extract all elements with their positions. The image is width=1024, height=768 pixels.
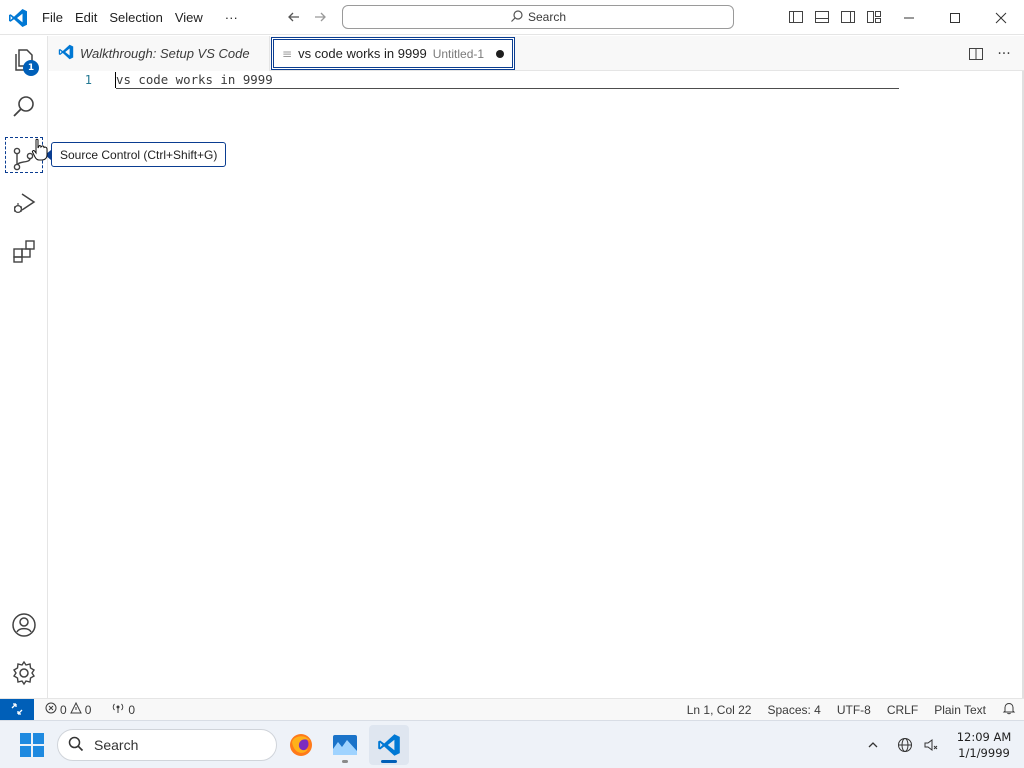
toggle-primary-sidebar-icon[interactable] [786,7,806,27]
split-editor-icon[interactable] [966,44,986,64]
editor-actions: ··· [966,36,1024,71]
warnings-count: 0 [84,702,92,717]
tab-active-description: Untitled-1 [432,46,485,61]
run-debug-icon [11,190,37,219]
system-tray: 12:09 AM 1/1/9999 [860,721,1024,768]
photos-taskbar-icon[interactable] [325,725,365,765]
account-icon [11,612,37,641]
navigation-arrows [284,7,330,27]
menu-more[interactable]: ··· [219,6,244,30]
search-icon [68,736,84,755]
vscode-logo-icon [58,44,74,63]
activity-search[interactable] [0,84,48,132]
globe-icon[interactable] [892,732,918,758]
status-left: 0 0 0 [42,699,138,720]
menu-view[interactable]: View [169,6,209,30]
status-bar: 0 0 0 Ln 1, Col 22 Spaces: 4 UTF-8 CRLF … [0,698,1024,721]
encoding[interactable]: UTF-8 [837,703,871,717]
command-center-search[interactable]: Search [342,5,734,29]
extensions-icon [11,238,37,267]
activity-extensions[interactable] [0,228,48,276]
ports-count: 0 [128,702,136,717]
code-line[interactable]: vs code works in 9999 [116,72,273,87]
plain-text-file-icon: ≡ [282,46,293,61]
end-of-line[interactable]: CRLF [887,703,918,717]
chevron-up-icon[interactable] [860,732,886,758]
forward-arrow-icon[interactable] [310,7,330,27]
vscode-taskbar-icon[interactable] [369,725,409,765]
ports-status[interactable]: 0 [108,702,138,717]
back-arrow-icon[interactable] [284,7,304,27]
activity-bar: 1 [0,36,48,698]
error-icon [45,702,57,717]
windows-start-icon[interactable] [20,733,44,757]
tab-active-label: vs code works in 9999 [298,46,427,61]
language-mode[interactable]: Plain Text [934,703,986,717]
indentation[interactable]: Spaces: 4 [767,703,820,717]
activity-manage[interactable] [0,650,48,698]
warning-icon [69,701,82,717]
window-controls [886,0,1024,35]
menu-selection[interactable]: Selection [103,6,168,30]
source-control-tooltip: Source Control (Ctrl+Shift+G) [51,142,227,167]
status-right: Ln 1, Col 22 Spaces: 4 UTF-8 CRLF Plain … [687,699,1016,720]
editor-tab-bar: Walkthrough: Setup VS Code ≡ vs code wor… [48,36,1024,71]
bell-icon[interactable] [1002,701,1016,718]
activity-run-debug[interactable] [0,180,48,228]
text-cursor [115,72,116,88]
problems-status[interactable]: 0 0 [42,701,94,717]
unsaved-dot-icon[interactable] [496,49,504,58]
clock-time: 12:09 AM [956,730,1012,744]
menu-bar: File Edit Selection View ··· [36,0,244,35]
clock[interactable]: 12:09 AM 1/1/9999 [944,729,1024,761]
remote-icon [10,702,24,719]
vscode-logo-icon [8,8,28,28]
title-bar: File Edit Selection View ··· Search [0,0,1024,35]
more-actions-icon[interactable]: ··· [994,44,1014,64]
tab-untitled-1[interactable]: ≡ vs code works in 9999 Untitled-1 [271,37,515,70]
clock-date: 1/1/9999 [958,746,1010,760]
taskbar-search[interactable]: Search [57,729,277,761]
activity-accounts[interactable] [0,602,48,650]
speaker-muted-icon[interactable] [918,732,944,758]
line-number: 1 [84,73,92,87]
toggle-panel-icon[interactable] [812,7,832,27]
tab-walkthrough[interactable]: Walkthrough: Setup VS Code [48,36,270,71]
customize-layout-icon[interactable] [864,7,884,27]
active-indicator [381,760,397,763]
errors-count: 0 [60,702,67,717]
taskbar-search-placeholder: Search [94,737,139,753]
search-icon [510,9,524,26]
search-icon [11,94,37,123]
toggle-secondary-sidebar-icon[interactable] [838,7,858,27]
firefox-taskbar-icon[interactable] [281,725,321,765]
minimize-icon[interactable] [886,0,932,35]
cursor-position[interactable]: Ln 1, Col 22 [687,703,752,717]
tab-walkthrough-label: Walkthrough: Setup VS Code [80,46,250,61]
explorer-badge: 1 [23,60,39,76]
remote-indicator[interactable] [0,699,34,721]
command-center-placeholder: Search [527,10,567,24]
layout-controls [786,7,884,27]
activity-explorer[interactable]: 1 [0,36,48,84]
menu-edit[interactable]: Edit [69,6,103,30]
windows-taskbar: Search 12:09 AM 1/1/9999 [0,720,1024,768]
close-window-icon[interactable] [978,0,1024,35]
broadcast-icon [111,702,125,717]
hand-pointer-icon [31,138,49,162]
gear-icon [11,660,37,689]
maximize-icon[interactable] [932,0,978,35]
menu-file[interactable]: File [36,6,69,30]
running-indicator [342,760,348,763]
